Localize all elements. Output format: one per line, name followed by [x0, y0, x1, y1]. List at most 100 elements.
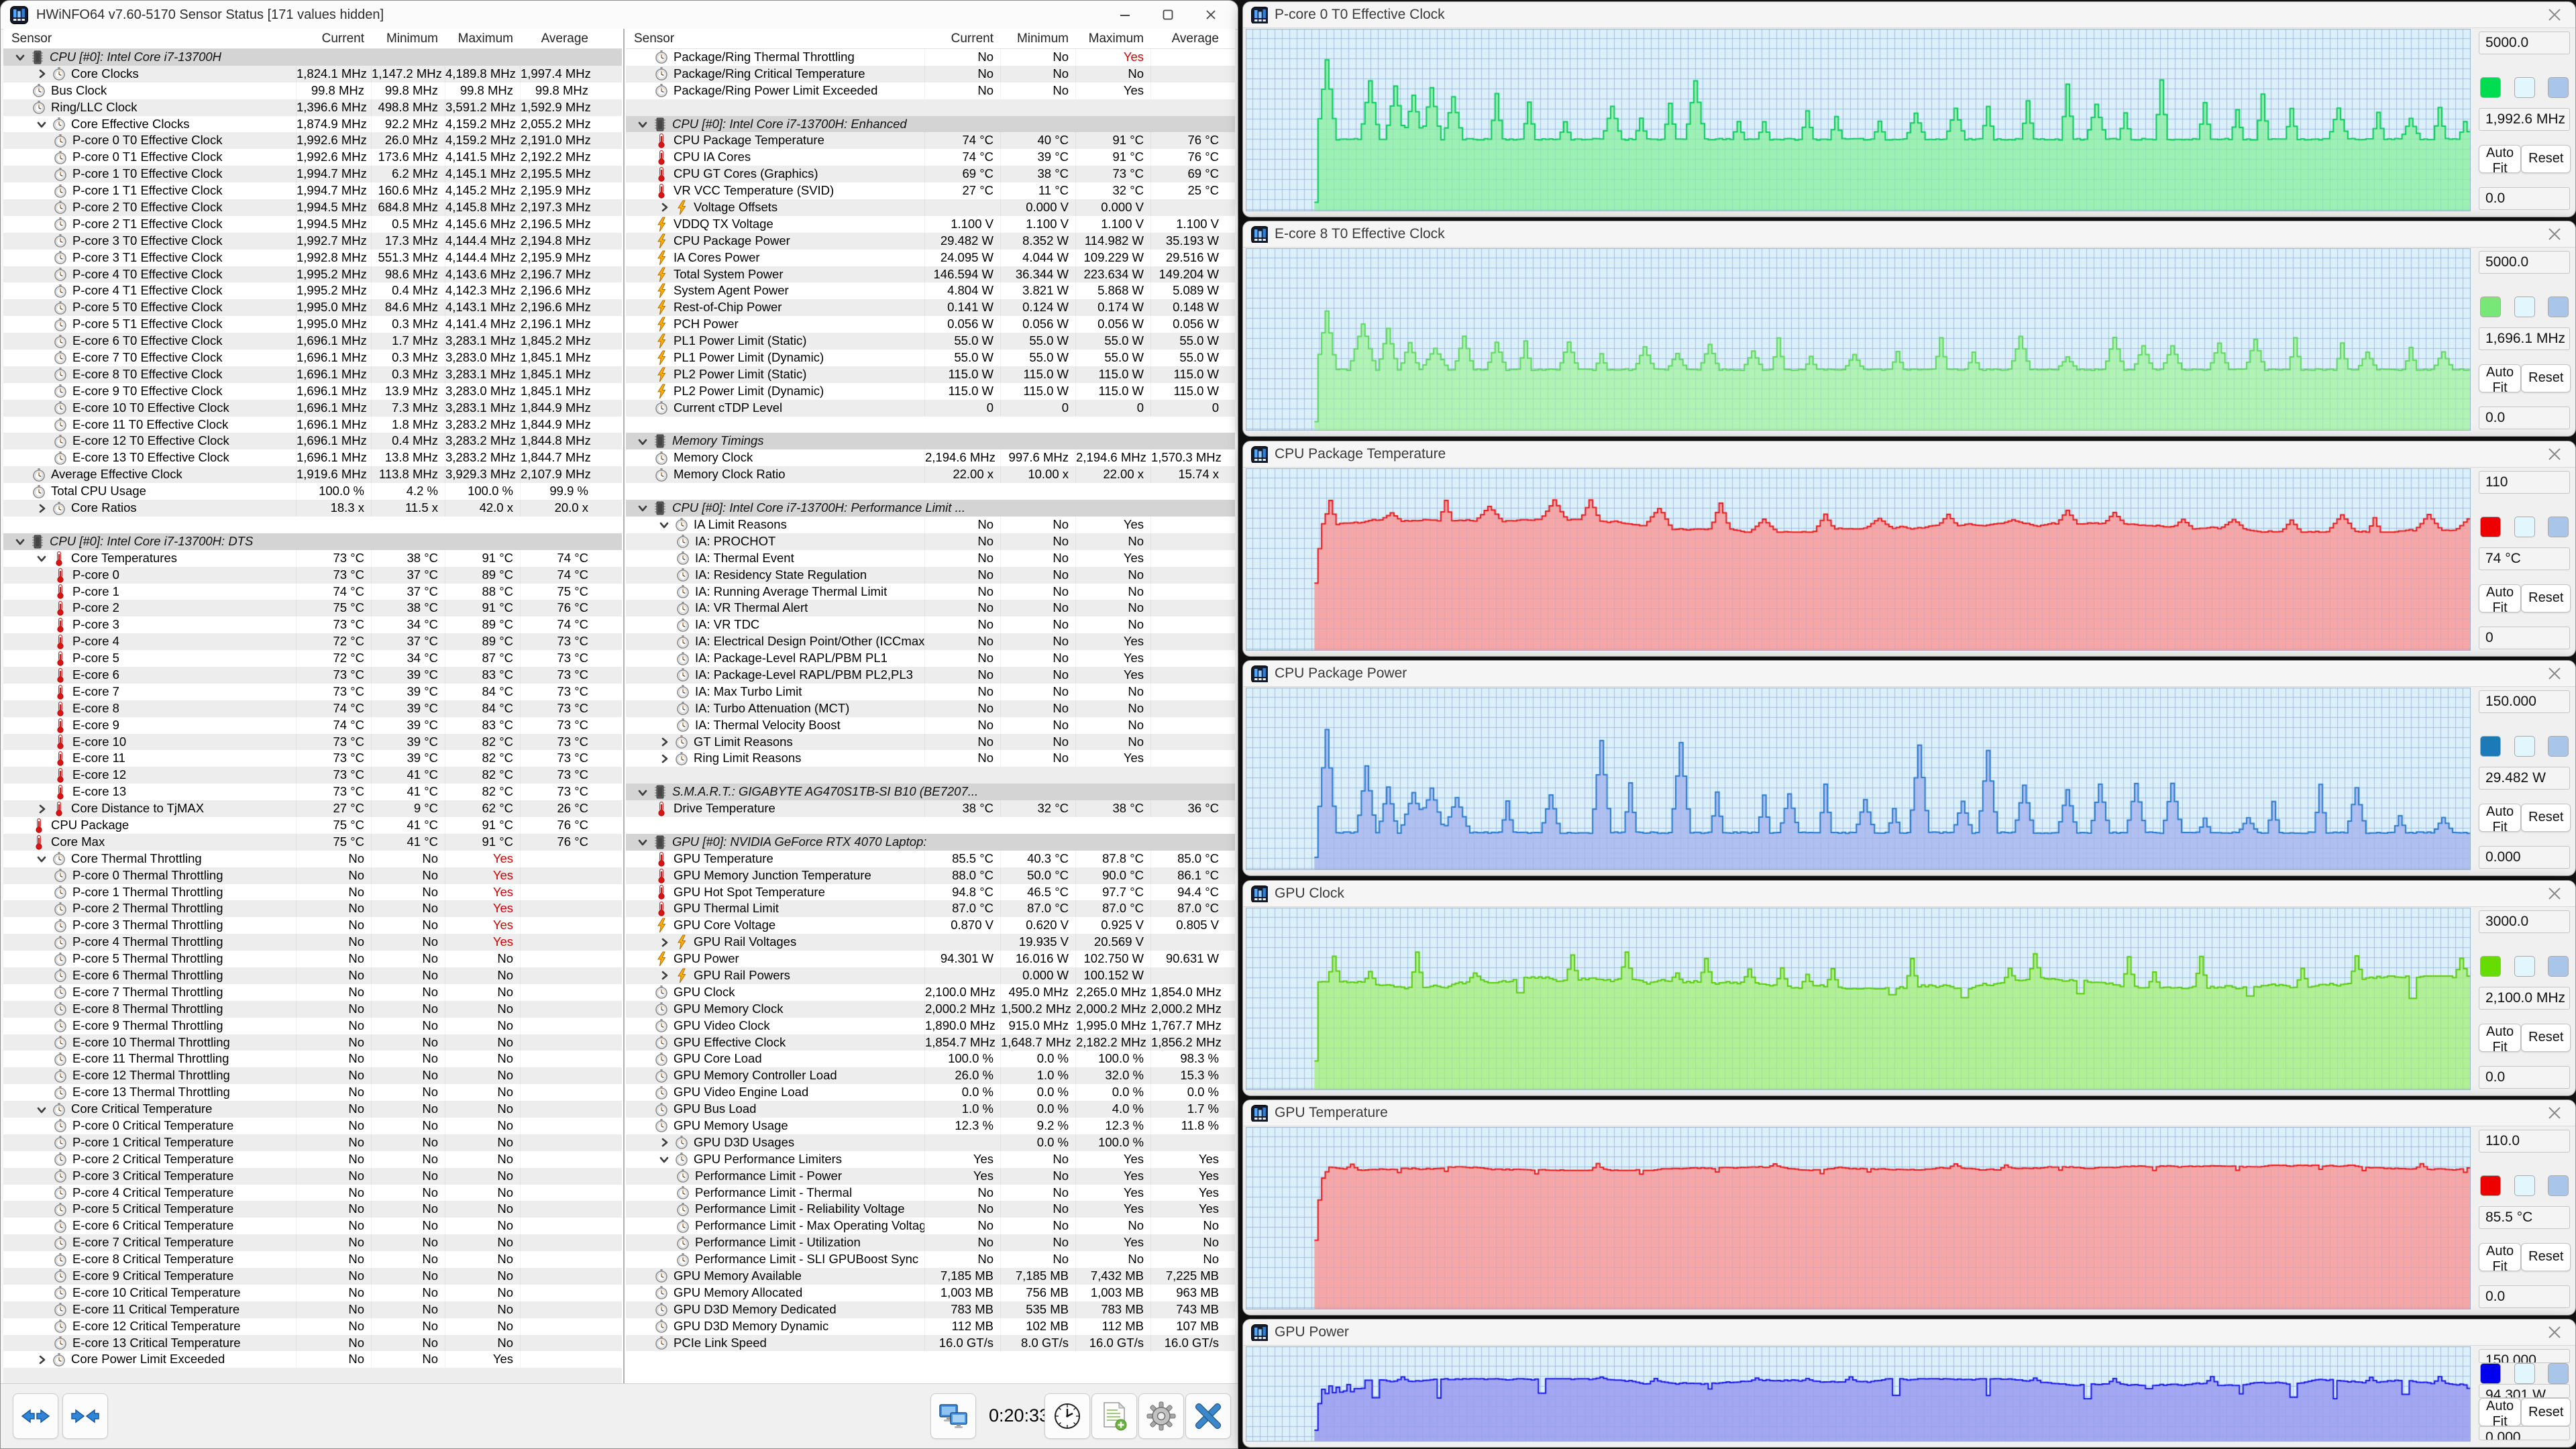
scale-max-field[interactable]: 110: [2479, 471, 2570, 494]
graph-window-gpu-clock[interactable]: GPU Clock 3000.0 2,100.0 MHz Auto Fit Reset 0…: [1242, 880, 2576, 1096]
auto-fit-button[interactable]: Auto Fit: [2479, 364, 2522, 395]
graph-close-icon[interactable]: [2543, 445, 2566, 464]
sensor-row[interactable]: P-core 2 Thermal Throttling No No Yes: [3, 900, 622, 918]
current-value-field[interactable]: 1,696.1 MHz: [2479, 327, 2570, 350]
auto-fit-button[interactable]: Auto Fit: [2479, 1398, 2522, 1429]
scale-max-field[interactable]: 5000.0: [2479, 251, 2570, 274]
sensor-row[interactable]: GPU Video Engine Load 0.0 % 0.0 % 0.0 % 0.0 …: [626, 1084, 1235, 1102]
graph-window-gpu-power[interactable]: GPU Power 150.000 94.301 W Auto Fit Reset 0.0…: [1242, 1319, 2576, 1448]
scale-min-field[interactable]: 0.0: [2479, 406, 2570, 429]
sensor-row[interactable]: Core Thermal Throttling No No Yes: [3, 850, 622, 867]
background-color-swatch[interactable]: [2514, 297, 2535, 318]
graph-close-icon[interactable]: [2543, 1323, 2566, 1342]
sensor-row[interactable]: P-core 1 74 °C 37 °C 88 °C 75 °C: [3, 583, 622, 600]
graph-titlebar[interactable]: P-core 0 T0 Effective Clock: [1243, 2, 2575, 28]
sensor-row[interactable]: E-core 10 Critical Temperature No No No: [3, 1284, 622, 1301]
graph-close-icon[interactable]: [2543, 884, 2566, 903]
sensor-row[interactable]: IA: Turbo Attenuation (MCT) No No No: [626, 700, 1235, 717]
series-color-swatch[interactable]: [2480, 736, 2501, 757]
sensor-row[interactable]: CPU IA Cores 74 °C 39 °C 91 °C 76 °C: [626, 149, 1235, 166]
sensor-row[interactable]: Total System Power 146.594 W 36.344 W 223.6…: [626, 266, 1235, 283]
sensor-row[interactable]: P-core 2 T0 Effective Clock 1,994.5 MHz 68…: [3, 199, 622, 216]
titlebar[interactable]: HWiNFO64 v7.60-5170 Sensor Status [171 v…: [1, 1, 1238, 30]
section-row[interactable]: Memory Timings: [626, 433, 1235, 450]
col-minimum[interactable]: Minimum: [1000, 29, 1075, 48]
close-sensors-button[interactable]: [1185, 1393, 1231, 1439]
sensor-row[interactable]: Memory Clock Ratio 22.00 x 10.00 x 22.00 x1…: [626, 466, 1235, 484]
sensor-row[interactable]: P-core 2 T1 Effective Clock 1,994.5 MHz 0.…: [3, 215, 622, 233]
sensor-row[interactable]: Core Clocks 1,824.1 MHz 1,147.2 MHz 4,189.8…: [3, 65, 622, 83]
sensor-row[interactable]: CPU Package Power 29.482 W 8.352 W 114.982 …: [626, 232, 1235, 250]
sensor-row[interactable]: PCIe Link Speed 16.0 GT/s 8.0 GT/s 16.0 GT/…: [626, 1334, 1235, 1352]
sensor-row[interactable]: E-core 13 Critical Temperature No No No: [3, 1334, 622, 1352]
reset-button[interactable]: Reset: [2521, 144, 2571, 173]
sensor-row[interactable]: E-core 7 T0 Effective Clock 1,696.1 MHz 0.…: [3, 350, 622, 366]
auto-fit-button[interactable]: Auto Fit: [2479, 803, 2522, 835]
sensor-row[interactable]: System Agent Power 4.804 W 3.821 W 5.868 W5…: [626, 282, 1235, 300]
sensor-row[interactable]: P-core 0 T1 Effective Clock 1,992.6 MHz 17…: [3, 149, 622, 166]
section-row[interactable]: GPU [#0]: NVIDIA GeForce RTX 4070 Laptop…: [626, 833, 1235, 851]
auto-fit-button[interactable]: Auto Fit: [2479, 1242, 2522, 1274]
scale-min-field[interactable]: 0.000: [2479, 845, 2570, 869]
section-row[interactable]: CPU [#0]: Intel Core i7-13700H: Performa…: [626, 500, 1235, 517]
sensor-row[interactable]: GPU D3D Memory Dedicated 783 MB 535 MB 783 …: [626, 1301, 1235, 1318]
sensor-row[interactable]: IA: Package-Level RAPL/PBM PL1 No No Yes: [626, 650, 1235, 667]
series-color-swatch[interactable]: [2480, 1175, 2501, 1197]
sensor-row[interactable]: Performance Limit - Utilization No No Yes No: [626, 1234, 1235, 1252]
reset-button[interactable]: Reset: [2521, 364, 2571, 392]
sensor-row[interactable]: GPU D3D Usages 0.0 % 100.0 %: [626, 1134, 1235, 1151]
col-sensor[interactable]: Sensor: [626, 29, 924, 48]
sensor-row[interactable]: Rest-of-Chip Power 0.141 W 0.124 W 0.174 W0…: [626, 299, 1235, 317]
sensor-row[interactable]: P-core 3 Critical Temperature No No No: [3, 1167, 622, 1185]
sensor-row[interactable]: E-core 12 73 °C 41 °C 82 °C 73 °C: [3, 767, 622, 784]
sensor-row[interactable]: E-core 7 Thermal Throttling No No No: [3, 983, 622, 1001]
sensor-row[interactable]: GPU Rail Voltages 19.935 V 20.569 V: [626, 934, 1235, 951]
sensor-row[interactable]: E-core 13 Thermal Throttling No No No: [3, 1084, 622, 1102]
sensor-row[interactable]: E-core 9 Thermal Throttling No No No: [3, 1017, 622, 1034]
sensor-row[interactable]: Performance Limit - Max Operating Voltag…: [626, 1218, 1235, 1235]
sensor-row[interactable]: Core Power Limit Exceeded No No Yes: [3, 1351, 622, 1368]
sensor-row[interactable]: E-core 12 Critical Temperature No No No: [3, 1318, 622, 1335]
sensor-row[interactable]: P-core 2 Critical Temperature No No No: [3, 1150, 622, 1168]
remote-monitoring-button[interactable]: [930, 1393, 976, 1439]
expand-columns-button[interactable]: [13, 1393, 58, 1439]
sensor-row[interactable]: GPU Thermal Limit 87.0 °C 87.0 °C 87.0 °C 87…: [626, 900, 1235, 918]
scale-min-field[interactable]: 0: [2479, 626, 2570, 649]
sensor-row[interactable]: P-core 3 T1 Effective Clock 1,992.8 MHz 55…: [3, 249, 622, 266]
auto-fit-button[interactable]: Auto Fit: [2479, 584, 2522, 615]
series-color-swatch[interactable]: [2480, 297, 2501, 318]
sensor-row[interactable]: P-core 0 T0 Effective Clock 1,992.6 MHz 26…: [3, 132, 622, 150]
scale-min-field[interactable]: 0.0: [2479, 1285, 2570, 1308]
background-color-swatch[interactable]: [2514, 736, 2535, 757]
current-value-field[interactable]: 2,100.0 MHz: [2479, 986, 2570, 1010]
sensor-row[interactable]: Core Effective Clocks 1,874.9 MHz 92.2 MHz…: [3, 115, 622, 133]
graph-window-gpu-temperature[interactable]: GPU Temperature 110.0 85.5 °C Auto Fit Reset…: [1242, 1099, 2576, 1316]
sensor-row[interactable]: P-core 5 72 °C 34 °C 87 °C 73 °C: [3, 650, 622, 667]
reset-button[interactable]: Reset: [2521, 1242, 2571, 1271]
background-color-swatch[interactable]: [2514, 956, 2535, 977]
sensor-row[interactable]: IA: Running Average Thermal Limit No No No: [626, 583, 1235, 600]
col-average[interactable]: Average: [1150, 29, 1226, 48]
sensor-row[interactable]: E-core 6 Thermal Throttling No No No: [3, 967, 622, 984]
reset-button[interactable]: Reset: [2521, 584, 2571, 612]
sensor-row[interactable]: Drive Temperature 38 °C 32 °C 38 °C 36 °C: [626, 800, 1235, 817]
sensor-row[interactable]: GPU Temperature 85.5 °C 40.3 °C 87.8 °C 85.0…: [626, 850, 1235, 867]
sensor-row[interactable]: PL1 Power Limit (Dynamic) 55.0 W 55.0 W 55.…: [626, 350, 1235, 366]
col-current[interactable]: Current: [296, 29, 371, 48]
sensor-row[interactable]: E-core 11 Critical Temperature No No No: [3, 1301, 622, 1318]
sensor-row[interactable]: IA: Electrical Design Point/Other (ICCma…: [626, 633, 1235, 651]
minimize-button[interactable]: [1104, 1, 1146, 28]
background-color-swatch[interactable]: [2514, 77, 2535, 99]
sensor-row[interactable]: P-core 1 T0 Effective Clock 1,994.7 MHz 6.…: [3, 166, 622, 183]
settings-gear-button[interactable]: [1138, 1393, 1184, 1439]
auto-fit-button[interactable]: Auto Fit: [2479, 144, 2522, 176]
sensor-row[interactable]: GPU Video Clock 1,890.0 MHz 915.0 MHz 1,995…: [626, 1017, 1235, 1034]
sensor-row[interactable]: Core Critical Temperature No No No: [3, 1101, 622, 1118]
graph-close-icon[interactable]: [2543, 664, 2566, 683]
scale-min-field[interactable]: 0.0: [2479, 1065, 2570, 1089]
reset-button[interactable]: Reset: [2521, 1398, 2571, 1426]
series-color-swatch[interactable]: [2480, 956, 2501, 977]
background-color-swatch[interactable]: [2514, 517, 2535, 538]
sensor-row[interactable]: E-core 12 Thermal Throttling No No No: [3, 1067, 622, 1085]
sensor-row[interactable]: E-core 10 Thermal Throttling No No No: [3, 1034, 622, 1051]
